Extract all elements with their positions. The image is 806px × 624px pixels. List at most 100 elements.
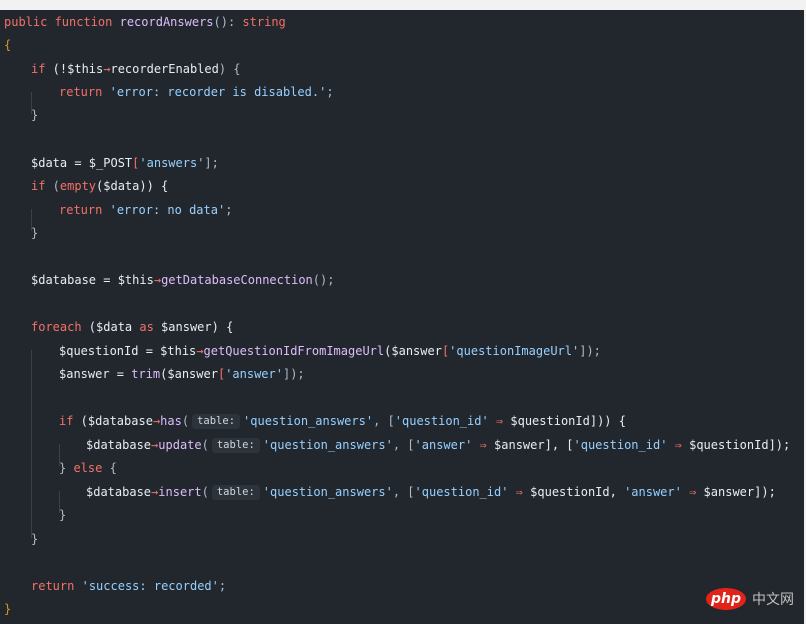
- code-token: ($answer: [384, 344, 442, 358]
- function-name: has: [160, 414, 182, 428]
- code-token: ;: [218, 579, 227, 593]
- brace: }: [31, 532, 39, 546]
- code-token: ];: [204, 156, 219, 170]
- code-token: ();: [312, 273, 335, 287]
- brace: }: [31, 108, 39, 122]
- code-line-1[interactable]: public function recordAnswers(): string: [4, 11, 286, 34]
- brace: {: [102, 461, 117, 475]
- code-token: (: [181, 414, 190, 428]
- operator: ⇒: [508, 485, 531, 499]
- code-token: $questionId = $this: [59, 344, 197, 358]
- operator: ⇒: [488, 414, 511, 428]
- string: 'answer': [624, 485, 682, 499]
- string: 'question_id': [414, 485, 509, 499]
- keyword: return: [31, 579, 75, 593]
- code-token: ($data)) {: [96, 179, 169, 193]
- code-line-5[interactable]: }: [31, 104, 38, 127]
- string: 'question_answers': [262, 485, 393, 499]
- code-token: , [: [392, 438, 415, 452]
- code-token: (: [201, 485, 209, 499]
- code-line-19[interactable]: $database→update(table:'question_answers…: [86, 434, 790, 457]
- code-line-22[interactable]: }: [59, 504, 66, 527]
- string: 'error: recorder is disabled.': [109, 85, 327, 99]
- keyword: else: [73, 461, 103, 475]
- php-logo-icon: php: [706, 588, 746, 610]
- code-token: $answer =: [59, 367, 132, 381]
- keyword: if: [59, 414, 74, 428]
- keyword: as: [139, 320, 154, 334]
- code-token: ;: [326, 85, 334, 99]
- code-token: ($answer: [160, 367, 218, 381]
- code-token: ) {: [218, 62, 241, 76]
- string: 'questionImageUrl': [449, 344, 580, 358]
- code-token: $questionId,: [530, 485, 625, 499]
- brace: }: [59, 508, 67, 522]
- code-line-25[interactable]: return 'success: recorded';: [31, 575, 226, 598]
- string: 'answer': [225, 367, 283, 381]
- code-line-8[interactable]: if (empty($data)) {: [31, 175, 168, 198]
- keyword: foreach: [31, 320, 82, 334]
- code-line-7[interactable]: $data = $_POST['answers'];: [31, 152, 219, 175]
- function-name: recordAnswers: [119, 15, 214, 29]
- return-type: string: [242, 15, 286, 29]
- string: 'answer': [414, 438, 473, 452]
- operator: ⇒: [681, 485, 704, 499]
- brace: }: [4, 602, 12, 616]
- code-line-18[interactable]: if ($database→has(table:'question_answer…: [59, 410, 626, 433]
- string: 'success: recorded': [81, 579, 219, 593]
- brace: }: [59, 461, 74, 475]
- code-token: $database: [86, 438, 152, 452]
- code-line-26[interactable]: }: [4, 598, 11, 621]
- code-token: (: [45, 179, 60, 193]
- code-line-14[interactable]: foreach ($data as $answer) {: [31, 316, 233, 339]
- watermark: php 中文网: [706, 588, 794, 610]
- code-editor[interactable]: public function recordAnswers(): string …: [0, 10, 804, 624]
- code-token: ]);: [282, 367, 305, 381]
- string: 'question_id': [394, 414, 489, 428]
- code-token: $questionId])) {: [510, 414, 626, 428]
- string: 'answers': [139, 156, 205, 170]
- code-token: (: [201, 438, 209, 452]
- function-name: getQuestionIdFromImageUrl: [203, 344, 385, 358]
- operator: →: [196, 344, 204, 358]
- code-line-9[interactable]: return 'error: no data';: [59, 199, 232, 222]
- parameter-hint: table:: [211, 485, 260, 500]
- brace: }: [31, 226, 39, 240]
- parameter-hint: table:: [192, 414, 241, 429]
- code-token: ():: [213, 15, 243, 29]
- function-name: trim: [131, 367, 161, 381]
- keyword: public function: [4, 15, 120, 29]
- code-line-20[interactable]: } else {: [59, 457, 117, 480]
- code-token: ($database: [73, 414, 153, 428]
- code-token: $answer]);: [703, 485, 776, 499]
- code-line-16[interactable]: $answer = trim($answer['answer']);: [59, 363, 305, 386]
- code-token: $data = $_POST: [31, 156, 133, 170]
- function-name: update: [158, 438, 202, 452]
- string: 'question_answers': [243, 414, 374, 428]
- keyword: return: [59, 85, 103, 99]
- function-name: insert: [158, 485, 202, 499]
- code-token: $answer) {: [153, 320, 234, 334]
- code-line-12[interactable]: $database = $this→getDatabaseConnection(…: [31, 269, 334, 292]
- code-token: $database = $this: [31, 273, 154, 287]
- code-line-10[interactable]: }: [31, 222, 38, 245]
- function-name: empty: [59, 179, 97, 193]
- keyword: if: [31, 62, 46, 76]
- code-line-15[interactable]: $questionId = $this→getQuestionIdFromIma…: [59, 340, 601, 363]
- property: recorderEnabled: [110, 62, 219, 76]
- code-token: ;: [225, 203, 233, 217]
- keyword: return: [59, 203, 103, 217]
- code-line-3[interactable]: if (!$this→recorderEnabled) {: [31, 58, 241, 81]
- code-line-2[interactable]: {: [4, 34, 11, 57]
- code-line-23[interactable]: }: [31, 528, 38, 551]
- parameter-hint: table:: [211, 438, 260, 453]
- code-token: (!$this: [45, 62, 104, 76]
- keyword: if: [31, 179, 46, 193]
- string: 'error: no data': [109, 203, 226, 217]
- code-line-4[interactable]: return 'error: recorder is disabled.';: [59, 81, 334, 104]
- string: 'question_id': [573, 438, 668, 452]
- code-token: ]);: [579, 344, 601, 358]
- code-line-21[interactable]: $database→insert(table:'question_answers…: [86, 481, 776, 504]
- operator: ⇒: [472, 438, 495, 452]
- function-name: getDatabaseConnection: [161, 273, 313, 287]
